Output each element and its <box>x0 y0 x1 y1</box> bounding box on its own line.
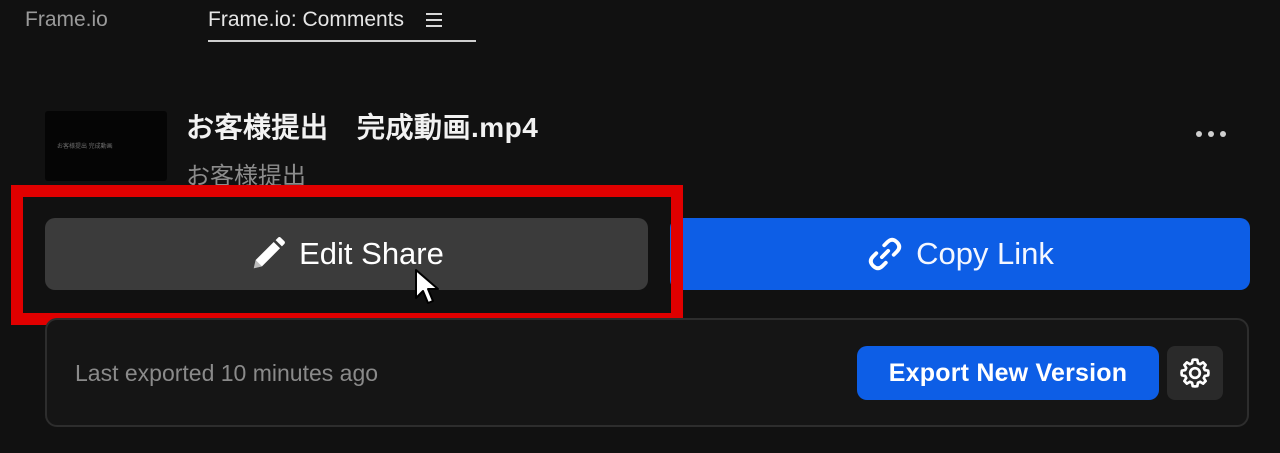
thumbnail-caption: お客様提出 完成動画 <box>57 144 113 150</box>
active-tab-indicator <box>208 40 476 42</box>
last-exported-status: Last exported 10 minutes ago <box>75 360 379 386</box>
link-icon <box>868 237 902 271</box>
video-thumbnail[interactable]: お客様提出 完成動画 <box>45 111 167 181</box>
gear-icon <box>1180 358 1210 388</box>
asset-title: お客様提出 完成動画.mp4 <box>186 112 539 143</box>
ellipsis-dot <box>1220 131 1226 137</box>
copy-link-label: Copy Link <box>916 236 1054 271</box>
export-new-version-button[interactable]: Export New Version <box>857 346 1159 400</box>
ellipsis-dot <box>1208 131 1214 137</box>
frameio-panel: Frame.io Frame.io: Comments お客様提出 完成動画 お… <box>0 0 1280 453</box>
tab-frameio-comments[interactable]: Frame.io: Comments <box>208 6 443 34</box>
hamburger-icon[interactable] <box>426 13 443 27</box>
tab-bar: Frame.io Frame.io: Comments <box>0 0 1280 44</box>
copy-link-button[interactable]: Copy Link <box>670 218 1250 290</box>
ellipsis-icon <box>1196 131 1202 137</box>
edit-share-button[interactable]: Edit Share <box>45 218 648 290</box>
export-settings-button[interactable] <box>1167 346 1223 400</box>
more-options-button[interactable] <box>1188 122 1234 146</box>
tab-frameio[interactable]: Frame.io <box>25 6 108 34</box>
export-new-version-label: Export New Version <box>888 358 1128 387</box>
edit-share-label: Edit Share <box>299 236 444 271</box>
tab-frameio-comments-label: Frame.io: Comments <box>208 8 405 31</box>
pencil-icon <box>253 237 286 269</box>
export-panel: Last exported 10 minutes ago Export New … <box>45 318 1249 427</box>
asset-subtitle: お客様提出 <box>186 163 306 190</box>
